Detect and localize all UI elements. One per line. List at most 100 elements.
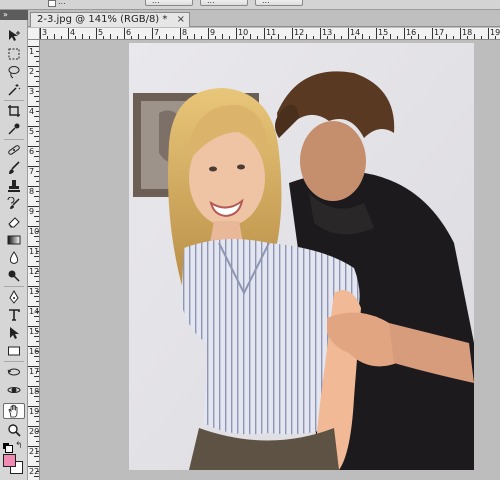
hand-icon xyxy=(8,404,18,418)
ruler-tick xyxy=(82,34,83,39)
gradient-icon xyxy=(7,235,21,245)
shape-tool[interactable] xyxy=(3,343,25,359)
ruler-tick xyxy=(36,401,39,402)
ruler-tick xyxy=(376,28,377,39)
options-button-2[interactable]: ... xyxy=(200,0,248,6)
vertical-ruler[interactable]: 1 2 3 4 5 6 7 8 9 10 11 12 13 14 15 16 17 18 19 20 21 22 xyxy=(28,40,40,480)
ruler-label: 8 xyxy=(29,187,35,196)
ruler-tick xyxy=(292,28,293,39)
ruler-tick xyxy=(34,76,39,77)
ruler-tick xyxy=(425,36,426,39)
ruler-tick xyxy=(348,28,349,39)
options-button-3[interactable]: ... xyxy=(255,0,303,6)
ruler-tick xyxy=(34,196,39,197)
ruler-tick xyxy=(138,34,139,39)
ruler-tick xyxy=(271,36,272,39)
3d-orbit-tool[interactable] xyxy=(3,382,25,398)
document-image[interactable] xyxy=(129,43,474,470)
ruler-tick xyxy=(89,36,90,39)
ruler-tick xyxy=(28,466,39,467)
ruler-tick xyxy=(68,28,69,39)
ruler-tick xyxy=(36,171,39,172)
ruler-tick xyxy=(28,386,39,387)
ruler-tick xyxy=(36,161,39,162)
ruler-tick xyxy=(215,36,216,39)
clone-stamp-tool[interactable] xyxy=(3,178,25,194)
type-tool[interactable] xyxy=(3,307,25,323)
zoom-tool[interactable] xyxy=(3,422,25,438)
ruler-tick xyxy=(467,36,468,39)
ruler-tick xyxy=(36,271,39,272)
move-tool[interactable] xyxy=(3,28,25,44)
move-icon xyxy=(9,30,20,41)
default-colors-icon[interactable] xyxy=(3,443,13,453)
ruler-tick xyxy=(36,321,39,322)
3d-rotate-tool[interactable] xyxy=(3,364,25,380)
ruler-tick xyxy=(369,36,370,39)
magic-wand-tool[interactable] xyxy=(3,82,25,98)
ruler-tick xyxy=(341,36,342,39)
eraser-tool[interactable] xyxy=(3,214,25,230)
ruler-tick xyxy=(320,28,321,39)
hand-tool[interactable] xyxy=(3,403,25,419)
dodge-tool[interactable] xyxy=(3,268,25,284)
ruler-tick xyxy=(36,301,39,302)
foreground-color-swatch[interactable] xyxy=(3,454,16,467)
ruler-tick xyxy=(28,306,39,307)
pen-icon xyxy=(9,290,19,304)
ruler-tick xyxy=(36,281,39,282)
options-checkbox[interactable] xyxy=(48,0,56,7)
ruler-tick xyxy=(34,296,39,297)
ruler-tick xyxy=(28,66,39,67)
healing-icon xyxy=(8,145,20,155)
ruler-tick xyxy=(36,111,39,112)
eyedropper-tool[interactable] xyxy=(3,121,25,137)
brush-tool[interactable] xyxy=(3,160,25,176)
crop-icon xyxy=(8,105,20,117)
horizontal-ruler[interactable]: 34567891011121314151617181920 xyxy=(28,28,500,40)
healing-brush-tool[interactable] xyxy=(3,142,25,158)
ruler-tick xyxy=(397,36,398,39)
ruler-tick xyxy=(327,36,328,39)
ruler-tick xyxy=(117,36,118,39)
ruler-tick xyxy=(36,61,39,62)
ruler-tick xyxy=(481,36,482,39)
ruler-tick xyxy=(334,34,335,39)
ruler-tick xyxy=(28,286,39,287)
ruler-tick xyxy=(28,46,39,47)
ruler-tick xyxy=(28,346,39,347)
path-selection-tool[interactable] xyxy=(3,325,25,341)
ruler-tick xyxy=(313,36,314,39)
orbit-icon xyxy=(7,387,21,393)
lasso-tool[interactable] xyxy=(3,64,25,80)
ruler-tick xyxy=(36,91,39,92)
ruler-tick xyxy=(28,266,39,267)
ruler-label: 9 xyxy=(29,207,35,216)
ruler-tick xyxy=(34,316,39,317)
ruler-tick xyxy=(432,28,433,39)
history-brush-tool[interactable] xyxy=(3,196,25,212)
ruler-tick xyxy=(34,136,39,137)
ruler-tick xyxy=(36,431,39,432)
canvas-area[interactable] xyxy=(40,40,500,480)
document-tab[interactable]: 2-3.jpg @ 141% (RGB/8) * × xyxy=(30,12,190,27)
ruler-tick xyxy=(28,86,39,87)
ruler-origin[interactable] xyxy=(28,28,40,40)
panel-collapse-strip[interactable]: » xyxy=(0,10,28,20)
ruler-tick xyxy=(36,121,39,122)
ruler-tick xyxy=(201,36,202,39)
ruler-tick xyxy=(28,106,39,107)
swap-colors-icon[interactable]: ↰ xyxy=(15,441,23,451)
options-button-1[interactable]: ... xyxy=(145,0,193,6)
ruler-tick xyxy=(34,156,39,157)
gradient-tool[interactable] xyxy=(3,232,25,248)
ruler-tick xyxy=(28,146,39,147)
blur-tool[interactable] xyxy=(3,250,25,266)
document-tab-bar: 2-3.jpg @ 141% (RGB/8) * × xyxy=(28,10,500,27)
marquee-tool[interactable] xyxy=(3,46,25,62)
ruler-tick xyxy=(28,206,39,207)
ruler-tick xyxy=(28,246,39,247)
crop-tool[interactable] xyxy=(3,103,25,119)
pen-tool[interactable] xyxy=(3,289,25,305)
close-icon[interactable]: × xyxy=(177,13,185,26)
